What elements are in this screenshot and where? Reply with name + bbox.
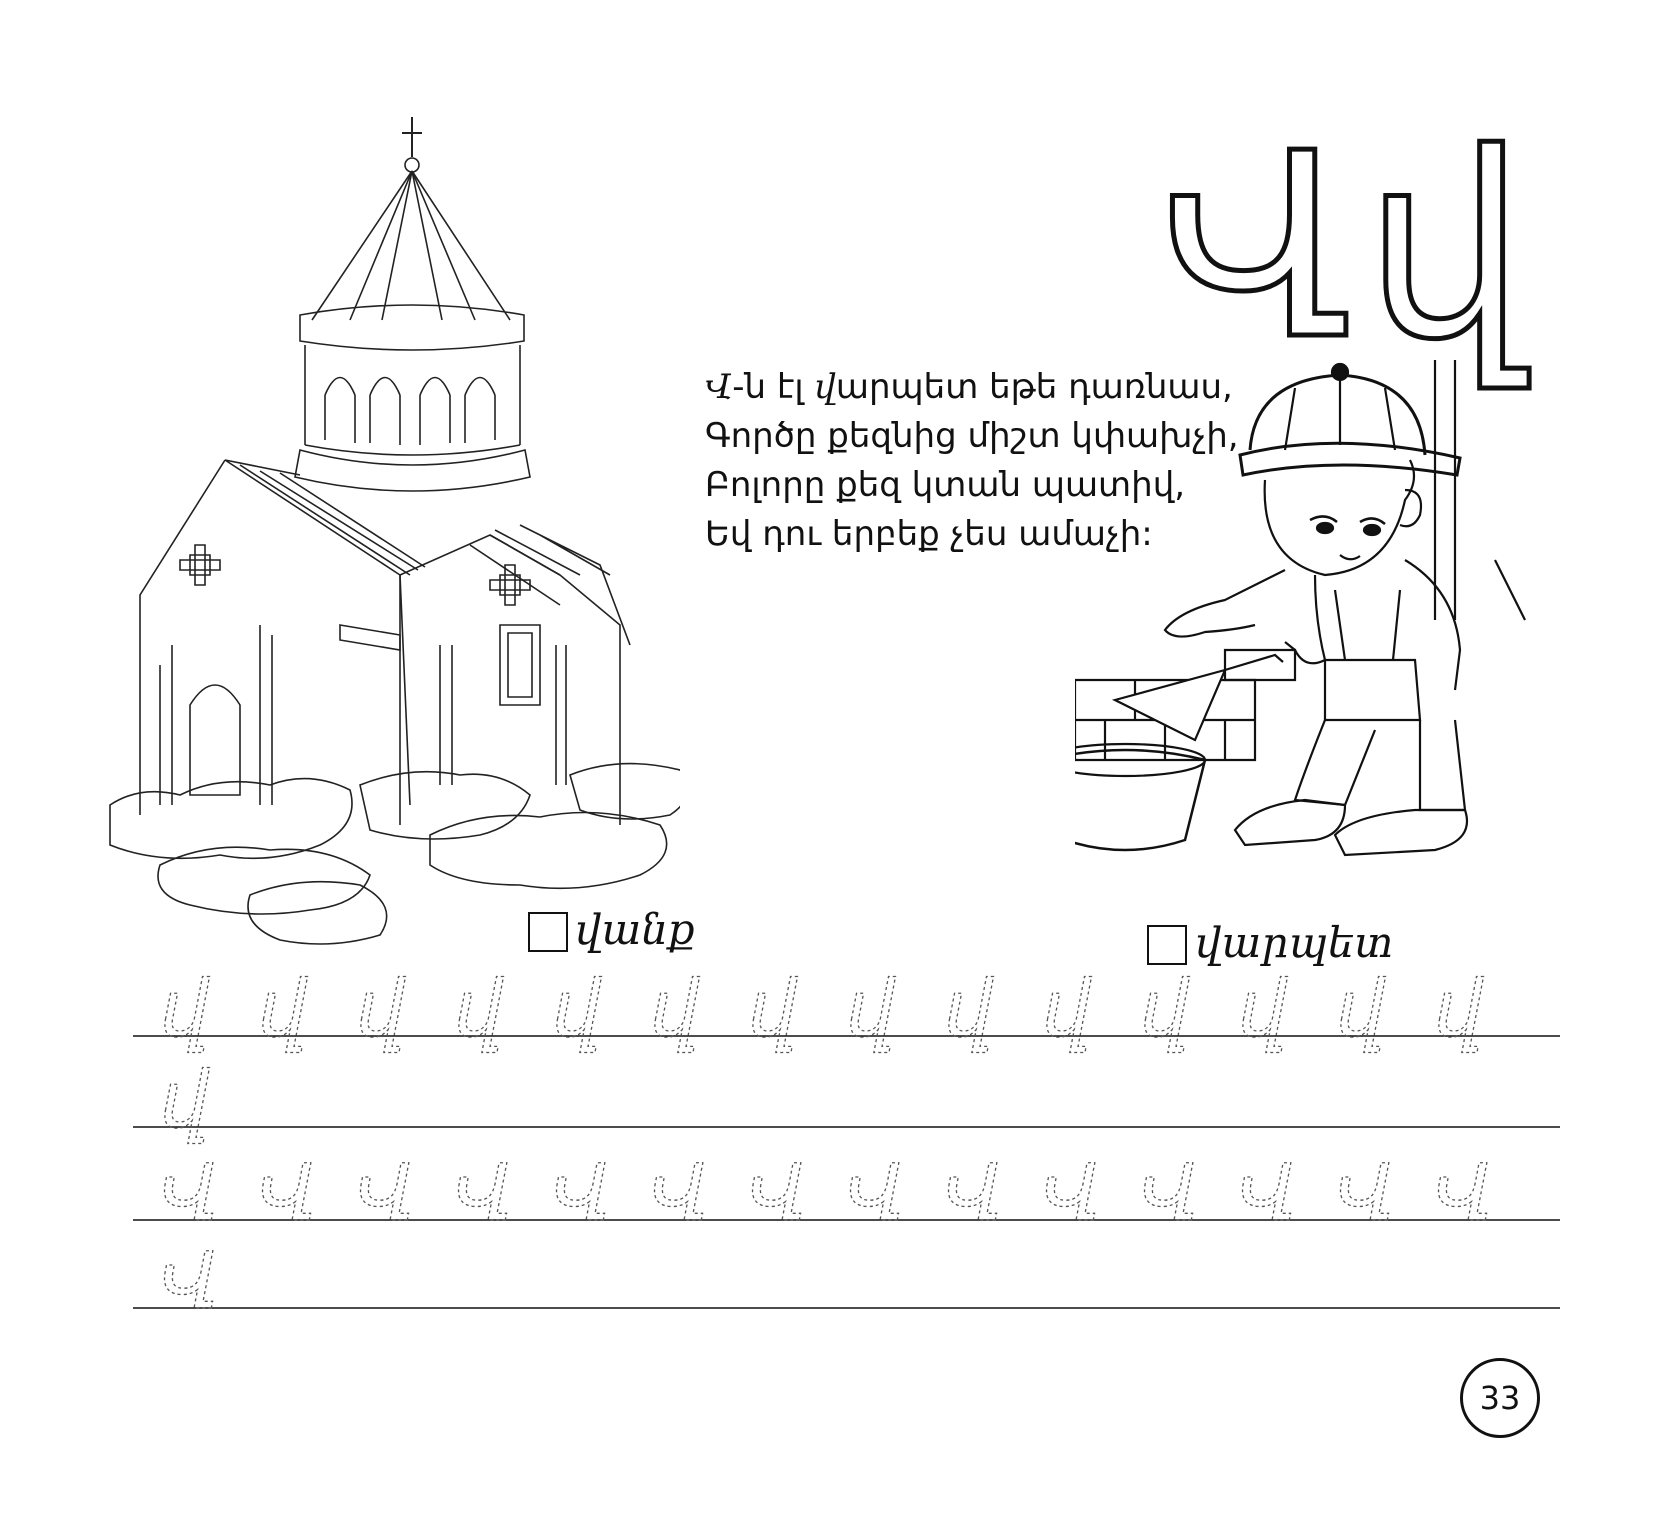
trace-glyph: վ bbox=[944, 965, 994, 1055]
trace-glyph: Վ bbox=[846, 1149, 905, 1239]
trace-glyph: վ bbox=[1238, 965, 1288, 1055]
trace-glyph: Վ bbox=[1238, 1149, 1297, 1239]
trace-glyph: վ bbox=[160, 965, 210, 1055]
trace-glyph: վ bbox=[258, 965, 308, 1055]
trace-glyph: վ bbox=[454, 965, 504, 1055]
trace-glyph: Վ bbox=[258, 1149, 317, 1239]
trace-glyph: Վ bbox=[160, 1237, 219, 1327]
builder-checkbox[interactable] bbox=[1147, 925, 1187, 965]
church-word: վանք bbox=[575, 905, 695, 954]
poem-line-1-cursive-cap: Վ bbox=[705, 367, 733, 407]
trace-glyph: Վ bbox=[356, 1149, 415, 1239]
trace-glyph: վ bbox=[356, 965, 406, 1055]
tracing-row-uppercase: Վ Վ Վ Վ Վ Վ Վ Վ Վ Վ Վ Վ Վ ՎՎ bbox=[159, 1148, 1493, 1327]
trace-glyph: վ bbox=[552, 965, 602, 1055]
poem-line-1-part: -ն էլ bbox=[732, 367, 815, 407]
builder-illustration bbox=[1075, 360, 1526, 857]
church-illustration bbox=[109, 117, 680, 945]
trace-glyph: Վ bbox=[160, 1149, 219, 1239]
church-checkbox[interactable] bbox=[528, 912, 568, 952]
trace-glyph: Վ bbox=[1042, 1149, 1101, 1239]
trace-glyph: վ bbox=[846, 965, 896, 1055]
trace-glyph: Վ bbox=[944, 1149, 1003, 1239]
letter-heading: Վվ bbox=[1157, 118, 1538, 378]
trace-glyph: Վ bbox=[1140, 1149, 1199, 1239]
letter-lower: վ bbox=[1362, 99, 1538, 396]
trace-glyph: վ bbox=[1434, 965, 1484, 1055]
trace-glyph: վ bbox=[1336, 965, 1386, 1055]
trace-glyph: Վ bbox=[650, 1149, 709, 1239]
trace-glyph: Վ bbox=[1336, 1149, 1395, 1239]
page-number: 33 bbox=[1460, 1358, 1540, 1438]
poem-line-1-cursive-small: վ bbox=[814, 367, 836, 407]
trace-glyph: վ bbox=[748, 965, 798, 1055]
trace-glyph: վ bbox=[1042, 965, 1092, 1055]
trace-glyph: վ bbox=[650, 965, 700, 1055]
trace-glyph: վ bbox=[160, 1056, 210, 1146]
trace-glyph: վ bbox=[1140, 965, 1190, 1055]
trace-glyph: Վ bbox=[748, 1149, 807, 1239]
tracing-row-lowercase: վ վ վ վ վ վ վ վ վ վ վ վ վ վվ bbox=[159, 964, 1484, 1146]
trace-glyph: Վ bbox=[1434, 1149, 1493, 1239]
trace-glyph: Վ bbox=[552, 1149, 611, 1239]
letter-upper: Վ bbox=[1157, 99, 1365, 396]
writing-practice: վ վ վ վ վ վ վ վ վ վ վ վ վ վվ Վ Վ Վ Վ Վ Վ Վ Վ Վ Վ Վ Վ Վ ՎՎ bbox=[133, 964, 1560, 1328]
trace-glyph: Վ bbox=[454, 1149, 513, 1239]
